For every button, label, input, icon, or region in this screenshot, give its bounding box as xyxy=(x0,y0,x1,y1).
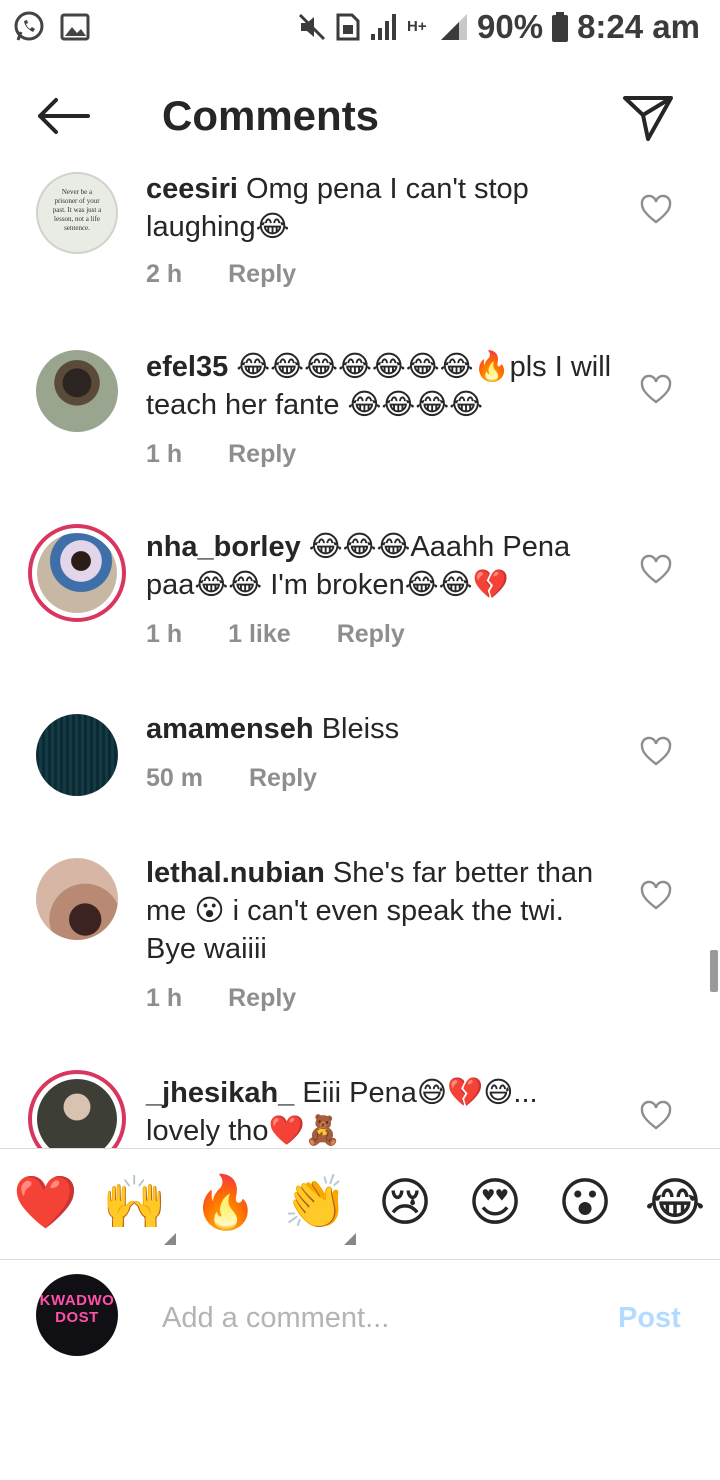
reply-button[interactable]: Reply xyxy=(337,620,405,649)
avatar xyxy=(37,533,117,613)
comment-time: 1 h xyxy=(146,984,183,1012)
comment-text: ceesiri Omg pena I can't stop laughing😂 xyxy=(146,170,616,246)
skin-tone-indicator-icon xyxy=(164,1233,176,1245)
gallery-icon xyxy=(60,13,90,41)
network-type-label: H+ xyxy=(407,18,427,35)
comment-username[interactable]: _jhesikah_ xyxy=(146,1077,294,1109)
avatar-quote-text: Never be a prisoner of your past. It was… xyxy=(52,188,102,232)
comment-meta: 1 h Reply xyxy=(146,984,296,1013)
arrow-left-icon[interactable] xyxy=(34,96,90,136)
comment-time: 50 m xyxy=(146,764,203,792)
comment-text: _jhesikah_ Eiii Pena😅💔😅... lovely tho❤️🧸 xyxy=(146,1074,616,1148)
reply-button[interactable]: Reply xyxy=(228,260,296,289)
avatar[interactable]: KWADWO DOST xyxy=(36,1274,118,1356)
page-title: Comments xyxy=(162,92,380,139)
comment-username[interactable]: nha_borley xyxy=(146,531,301,563)
battery-icon xyxy=(552,12,569,42)
scrollbar-thumb[interactable] xyxy=(710,950,718,992)
comment-meta: 1 h 1 like Reply xyxy=(146,620,405,649)
avatar-logo-text: KWADWO DOST xyxy=(39,1292,115,1326)
status-bar: H+ 90% 8:24 am xyxy=(0,0,720,56)
emoji-heart-eyes-button[interactable]: 😍 xyxy=(463,1173,527,1233)
emoji-heart-button[interactable]: ❤️ xyxy=(13,1173,78,1233)
emoji-crying-button[interactable]: 😢 xyxy=(373,1173,437,1233)
comment-meta: 50 m Reply xyxy=(146,764,317,793)
avatar-with-story-ring[interactable] xyxy=(28,524,126,622)
comment-username[interactable]: efel35 xyxy=(146,351,228,383)
comment-time: 1 h xyxy=(146,620,183,648)
emoji-raised-hands-button[interactable]: 🙌 xyxy=(102,1173,167,1233)
comment-username[interactable]: lethal.nubian xyxy=(146,857,325,889)
heart-icon[interactable] xyxy=(640,736,672,768)
reply-button[interactable]: Reply xyxy=(228,440,296,469)
signal-icon xyxy=(371,14,397,40)
avatar[interactable] xyxy=(36,714,118,796)
battery-percent: 90% xyxy=(477,8,544,45)
comment-text: amamenseh Bleiss xyxy=(146,710,616,748)
comment-input[interactable] xyxy=(162,1298,582,1338)
reply-button[interactable]: Reply xyxy=(249,764,317,793)
emoji-quick-bar: ❤️ 🙌 🔥 👏 😢 😍 😮 😂 xyxy=(0,1148,720,1260)
heart-icon[interactable] xyxy=(640,1100,672,1132)
signal-icon-2 xyxy=(441,14,468,40)
mute-icon xyxy=(298,13,326,41)
comment-meta: 1 h Reply xyxy=(146,440,296,469)
comment-text: nha_borley 😂😂😂Aaahh Pena paa😂😂 I'm broke… xyxy=(146,528,616,604)
paper-plane-icon[interactable] xyxy=(622,94,674,142)
avatar[interactable] xyxy=(36,858,118,940)
emoji-clap-button[interactable]: 👏 xyxy=(283,1173,348,1233)
avatar[interactable] xyxy=(36,350,118,432)
heart-icon[interactable] xyxy=(640,374,672,406)
heart-icon[interactable] xyxy=(640,194,672,226)
post-button[interactable]: Post xyxy=(618,1302,681,1335)
comments-list[interactable]: Never be a prisoner of your past. It was… xyxy=(0,158,720,1148)
avatar[interactable]: Never be a prisoner of your past. It was… xyxy=(36,172,118,254)
comment-time: 2 h xyxy=(146,260,183,288)
heart-icon[interactable] xyxy=(640,880,672,912)
comment-composer: KWADWO DOST Post xyxy=(0,1262,720,1372)
comment-username[interactable]: ceesiri xyxy=(146,173,238,205)
emoji-laughing-button[interactable]: 😂 xyxy=(643,1173,707,1233)
skin-tone-indicator-icon xyxy=(344,1233,356,1245)
reply-button[interactable]: Reply xyxy=(228,984,296,1013)
comment-likes[interactable]: 1 like xyxy=(228,620,291,649)
whatsapp-icon xyxy=(14,11,44,41)
sim-icon xyxy=(336,13,360,41)
emoji-surprised-button[interactable]: 😮 xyxy=(553,1173,617,1233)
heart-icon[interactable] xyxy=(640,554,672,586)
avatar-with-story-ring[interactable] xyxy=(28,1070,126,1148)
comment-time: 1 h xyxy=(146,440,183,468)
comment-username[interactable]: amamenseh xyxy=(146,713,314,745)
comment-body: Bleiss xyxy=(321,713,400,745)
comment-text: efel35 😂😂😂😂😂😂😂🔥pls I will teach her fant… xyxy=(146,348,616,424)
avatar xyxy=(37,1079,117,1148)
comment-text: lethal.nubian She's far better than me 😮… xyxy=(146,854,616,968)
emoji-fire-button[interactable]: 🔥 xyxy=(193,1173,258,1233)
clock: 8:24 am xyxy=(577,8,700,45)
comment-meta: 2 h Reply xyxy=(146,260,296,289)
